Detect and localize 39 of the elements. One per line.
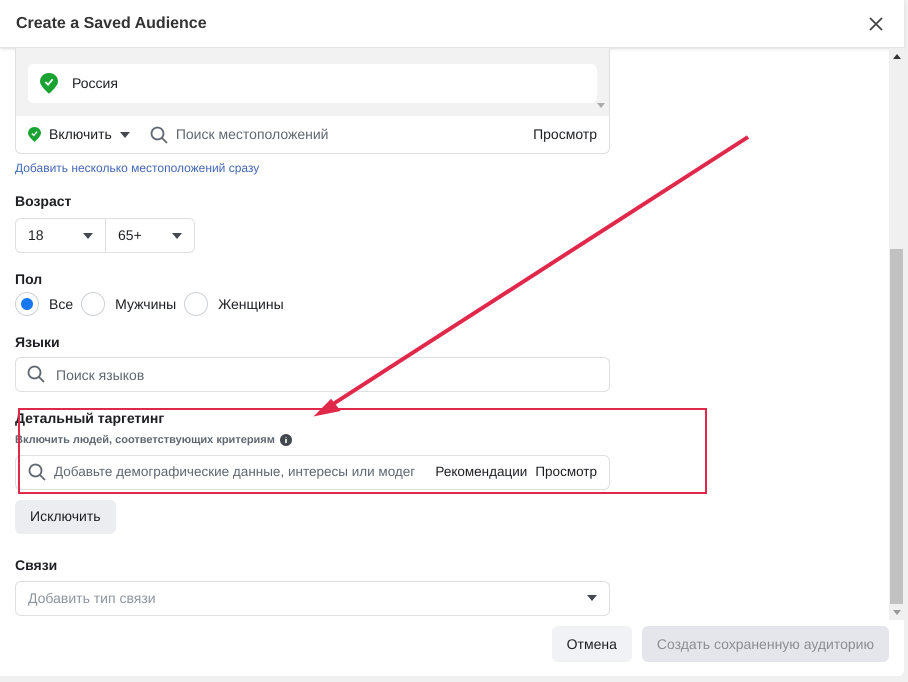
section-label: Возраст xyxy=(15,192,72,211)
caret-icon xyxy=(172,232,182,238)
search-icon xyxy=(28,463,46,481)
caret-icon xyxy=(83,232,93,238)
caret-icon xyxy=(587,595,597,601)
section-label: Связи xyxy=(15,556,58,574)
search-icon xyxy=(150,126,168,144)
targeting-search-field[interactable]: Добавьте демографические данные, интересы или модег Рекомендации Просмотр xyxy=(15,454,610,490)
footer-button[interactable]: Отмена xyxy=(552,626,632,662)
info-icon xyxy=(280,434,292,446)
exclude-button[interactable]: Исключить xyxy=(15,500,116,534)
search-icon xyxy=(27,365,45,383)
scrollbar[interactable] xyxy=(889,48,904,620)
location-name: Россия xyxy=(72,74,118,93)
max-age-select[interactable]: 65+ xyxy=(106,219,194,252)
check-pin-icon xyxy=(28,127,41,142)
section-label: Пол xyxy=(15,270,44,289)
min-age-select[interactable]: 18 xyxy=(16,219,106,252)
scroll-down-icon xyxy=(597,103,605,108)
gender-radio[interactable]: Мужчины xyxy=(81,292,176,316)
check-pin-icon xyxy=(40,73,58,94)
close-icon xyxy=(869,16,883,30)
suggestions-link[interactable]: Рекомендации xyxy=(435,462,528,482)
location-chip[interactable]: Россия xyxy=(28,64,597,103)
gender-radio[interactable]: Женщины xyxy=(184,292,284,316)
browse-link[interactable]: Просмотр xyxy=(535,462,597,482)
location-search-field[interactable]: Поиск местоположений xyxy=(176,124,526,145)
dialog-title: Create a Saved Audience xyxy=(16,14,207,34)
bulk-add-link[interactable]: Добавить несколько местоположений сразу xyxy=(15,159,610,177)
browse-link[interactable]: Просмотр xyxy=(533,124,597,145)
gender-radio[interactable]: Все xyxy=(15,292,74,316)
language-search-field[interactable]: Поиск языков xyxy=(15,357,610,392)
include-dropdown[interactable]: Включить xyxy=(28,124,130,145)
scroll-down-icon xyxy=(892,610,900,615)
section-label: Языки xyxy=(15,333,61,352)
scroll-up-icon xyxy=(892,54,900,59)
scrollbar-thumb[interactable] xyxy=(890,249,903,604)
targeting-placeholder: Добавьте демографические данные, интересы или модег xyxy=(54,462,416,481)
caret-icon xyxy=(120,132,130,138)
